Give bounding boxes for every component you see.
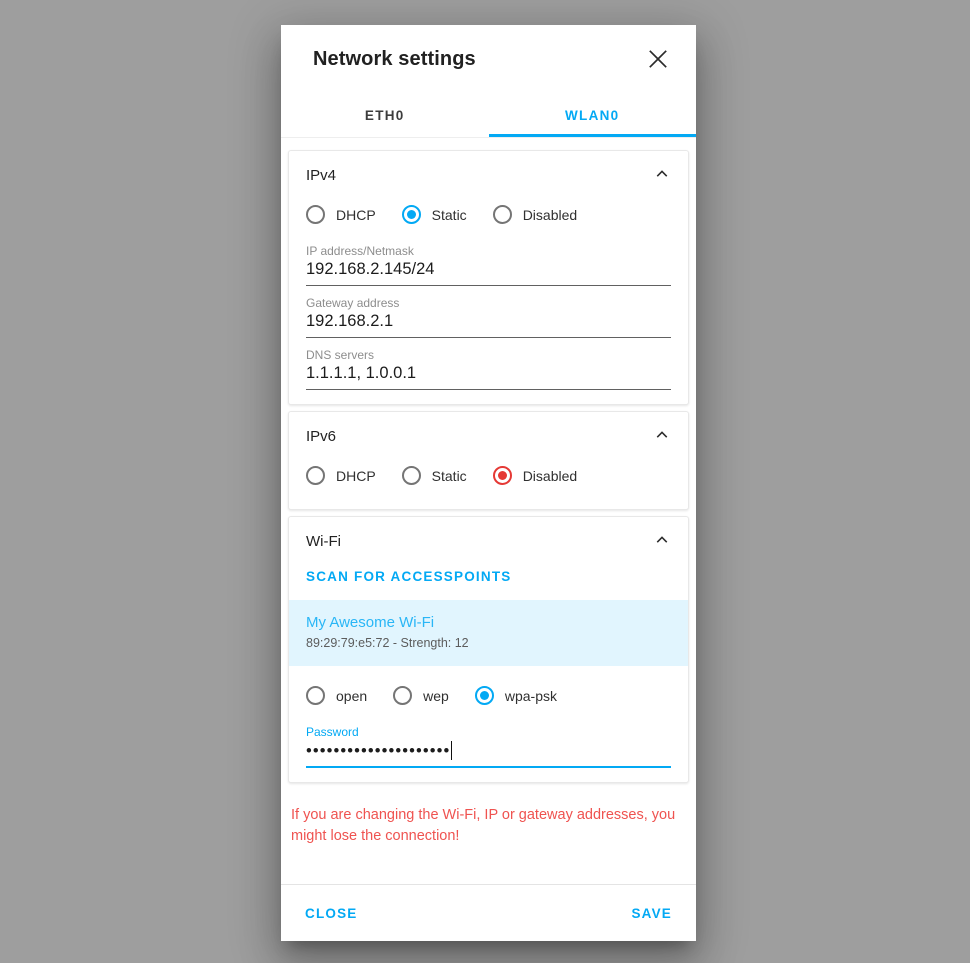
radio-label: DHCP [336, 467, 376, 484]
radio-icon [492, 205, 512, 224]
close-dialog-button[interactable] [638, 39, 678, 79]
wifi-password-value: ••••••••••••••••••••• [306, 742, 451, 760]
wifi-security-radiogroup: open wep wpa-psk [306, 680, 671, 715]
accesspoint-meta: 89:29:79:e5:72 - Strength: 12 [306, 636, 469, 650]
network-settings-dialog: Network settings ETH0 WLAN0 IPv4 DHCP St… [281, 25, 696, 941]
ipv4-section-header[interactable]: IPv4 [289, 151, 688, 199]
ipv4-section-title: IPv4 [306, 166, 337, 184]
ipv4-mode-static[interactable]: Static [401, 205, 467, 224]
ipv6-section-header[interactable]: IPv6 [289, 412, 688, 460]
ip-address-input[interactable] [306, 260, 671, 286]
dns-servers-field: DNS servers [306, 338, 671, 390]
tab-active-indicator [488, 134, 696, 137]
ipv6-mode-static[interactable]: Static [401, 466, 467, 485]
gateway-address-label: Gateway address [306, 296, 400, 310]
radio-label: open [336, 687, 368, 704]
ip-address-field: IP address/Netmask [306, 234, 671, 286]
page-title: Network settings [313, 47, 476, 70]
radio-icon [393, 686, 413, 705]
gateway-address-field: Gateway address [306, 286, 671, 338]
radio-icon [401, 466, 421, 485]
radio-label: wep [423, 687, 449, 704]
radio-label: Disabled [522, 467, 578, 484]
wifi-security-open[interactable]: open [306, 686, 367, 705]
interface-tabs: ETH0 WLAN0 [281, 93, 696, 138]
wifi-security-wpa-psk[interactable]: wpa-psk [474, 686, 557, 705]
connection-warning-text: If you are changing the Wi-Fi, IP or gat… [291, 807, 676, 844]
radio-label: Static [431, 206, 467, 223]
ipv4-section-body: DHCP Static Disabled IP address/Netmask [289, 199, 688, 404]
tab-wlan0[interactable]: WLAN0 [489, 93, 697, 137]
wifi-password-field: Password ••••••••••••••••••••• [306, 715, 671, 768]
radio-icon [306, 466, 325, 485]
ipv4-mode-radiogroup: DHCP Static Disabled [306, 199, 671, 234]
radio-icon-selected [474, 686, 494, 705]
accesspoint-ssid: My Awesome Wi-Fi [306, 614, 435, 631]
gateway-address-input[interactable] [306, 312, 671, 338]
radio-icon-selected [401, 205, 421, 224]
settings-scroll-area[interactable]: IPv4 DHCP Static Disabled IP address/Net… [281, 138, 696, 884]
ipv6-mode-disabled[interactable]: Disabled [492, 466, 578, 485]
chevron-up-icon[interactable] [652, 424, 672, 449]
ipv6-section: IPv6 DHCP Static Disabled [288, 411, 689, 510]
tab-eth0[interactable]: ETH0 [281, 93, 489, 137]
wifi-security-wep[interactable]: wep [393, 686, 449, 705]
radio-label: DHCP [336, 206, 376, 223]
ipv6-section-title: IPv6 [306, 427, 337, 445]
radio-label: Disabled [522, 206, 578, 223]
close-button[interactable]: CLOSE [299, 898, 364, 929]
wifi-section: Wi-Fi SCAN FOR ACCESSPOINTS My Awesome W… [288, 516, 689, 783]
radio-icon [306, 205, 325, 224]
scan-for-accesspoints-button[interactable]: SCAN FOR ACCESSPOINTS [306, 565, 511, 600]
wifi-security-area: open wep wpa-psk Password ••••••••••••••… [306, 666, 671, 768]
wifi-password-label: Password [306, 725, 359, 739]
dialog-footer: CLOSE SAVE [281, 884, 696, 941]
save-button[interactable]: SAVE [625, 898, 678, 929]
ipv4-section: IPv4 DHCP Static Disabled IP address/Net… [288, 150, 689, 405]
text-cursor [451, 741, 453, 760]
wifi-section-header[interactable]: Wi-Fi [289, 517, 688, 565]
wifi-section-title: Wi-Fi [306, 532, 341, 550]
ipv6-mode-radiogroup: DHCP Static Disabled [306, 460, 671, 495]
radio-icon-selected [492, 466, 512, 485]
close-icon [647, 48, 669, 70]
radio-label: wpa-psk [504, 687, 557, 704]
radio-label: Static [431, 467, 467, 484]
dns-servers-input[interactable] [306, 364, 671, 390]
dns-servers-label: DNS servers [306, 348, 375, 362]
radio-icon [306, 686, 325, 705]
chevron-up-icon[interactable] [652, 529, 672, 554]
ipv4-mode-dhcp[interactable]: DHCP [306, 205, 376, 224]
wifi-password-input[interactable]: ••••••••••••••••••••• [306, 741, 671, 768]
chevron-up-icon[interactable] [652, 163, 672, 188]
dialog-titlebar: Network settings [281, 25, 696, 93]
ipv6-section-body: DHCP Static Disabled [289, 460, 688, 509]
wifi-section-body: SCAN FOR ACCESSPOINTS My Awesome Wi-Fi 8… [289, 565, 688, 782]
ipv4-mode-disabled[interactable]: Disabled [492, 205, 578, 224]
ip-address-label: IP address/Netmask [306, 244, 414, 258]
accesspoint-list-item[interactable]: My Awesome Wi-Fi 89:29:79:e5:72 - Streng… [289, 600, 688, 666]
ipv6-mode-dhcp[interactable]: DHCP [306, 466, 376, 485]
